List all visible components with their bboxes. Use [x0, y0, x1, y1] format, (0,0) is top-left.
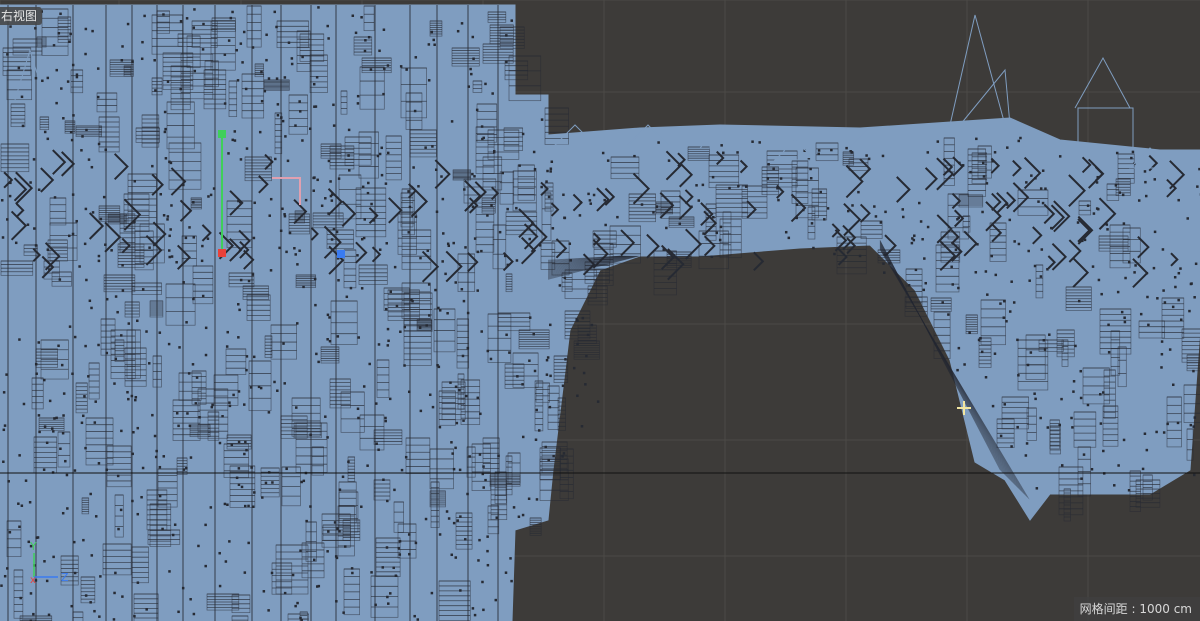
right-view-viewport[interactable]: 右视图 Y Z x 网格间距 : 1000 cm: [0, 0, 1200, 621]
axis-y-label: Y: [29, 540, 37, 553]
grid-spacing-readout: 网格间距 : 1000 cm: [1073, 597, 1200, 621]
wireframe-model[interactable]: [0, 4, 1200, 621]
axis-indicator-icon: Y Z x: [29, 540, 69, 586]
axis-z-label: Z: [61, 571, 69, 584]
svg-text:x: x: [30, 575, 36, 586]
wireframe-scene[interactable]: [0, 0, 1200, 621]
